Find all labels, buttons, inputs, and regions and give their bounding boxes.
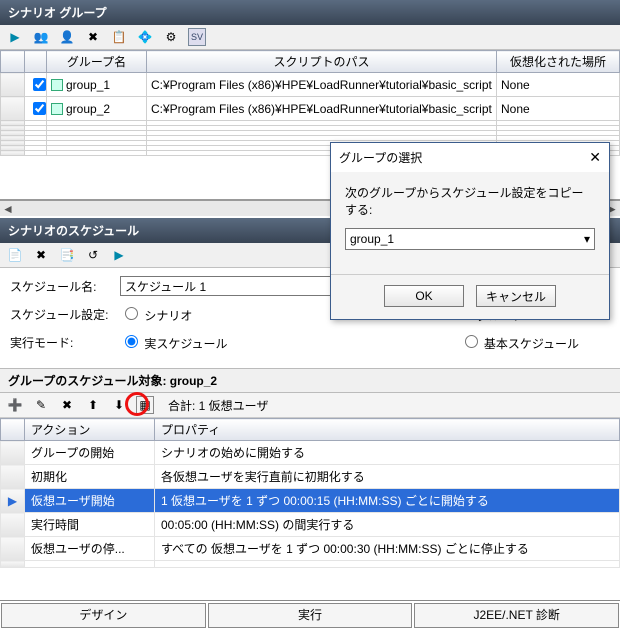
badge-icon[interactable]: 💠: [136, 28, 154, 46]
add-action-icon[interactable]: ➕: [6, 396, 24, 414]
action-toolbar: ➕ ✎ ✖ ⬆ ⬇ ▦ 合計: 1 仮想ユーザ: [0, 393, 620, 418]
delete-icon[interactable]: ✖: [84, 28, 102, 46]
radio-basic-schedule[interactable]: 基本スケジュール: [460, 332, 580, 352]
row-checkbox[interactable]: [33, 102, 46, 115]
delete-action-icon[interactable]: ✖: [58, 396, 76, 414]
scroll-left-icon[interactable]: ◄: [2, 202, 14, 216]
action-grid: アクション プロパティ グループの開始シナリオの始めに開始する 初期化各仮想ユー…: [0, 418, 620, 568]
scenario-group-toolbar: ▶ 👥 👤 ✖ 📋 💠 ⚙ SV: [0, 25, 620, 50]
schedule-setting-label: スケジュール設定:: [10, 306, 120, 323]
action-row[interactable]: 実行時間00:05:00 (HH:MM:SS) の間実行する: [1, 513, 620, 537]
col-path[interactable]: スクリプトのパス: [147, 51, 497, 73]
col-property[interactable]: プロパティ: [155, 419, 620, 441]
scenario-group-header: シナリオ グループ: [0, 0, 620, 25]
action-row[interactable]: 仮想ユーザの停...すべての 仮想ユーザを 1 ずつ 00:00:30 (HH:…: [1, 537, 620, 561]
exec-mode-label: 実行モード:: [10, 334, 120, 351]
sv-icon[interactable]: SV: [188, 28, 206, 46]
selected-group: group_1: [350, 232, 394, 246]
col-virt[interactable]: 仮想化された場所: [497, 51, 620, 73]
table-row[interactable]: group_1 C:¥Program Files (x86)¥HPE¥LoadR…: [1, 73, 620, 97]
delete-icon[interactable]: ✖: [32, 246, 50, 264]
action-row[interactable]: グループの開始シナリオの始めに開始する: [1, 441, 620, 465]
group-grid: グループ名 スクリプトのパス 仮想化された場所 group_1 C:¥Progr…: [0, 50, 620, 156]
radio-scenario[interactable]: シナリオ: [120, 304, 192, 324]
group-schedule-title: グループのスケジュール対象: group_2: [0, 368, 620, 393]
move-down-icon[interactable]: ⬇: [110, 396, 128, 414]
action-row[interactable]: 初期化各仮想ユーザを実行直前に初期化する: [1, 465, 620, 489]
edit-user-icon[interactable]: 👤: [58, 28, 76, 46]
users-icon[interactable]: 👥: [32, 28, 50, 46]
tab-diag[interactable]: J2EE/.NET 診断: [414, 603, 619, 628]
reset-icon[interactable]: ↺: [84, 246, 102, 264]
path-cell: C:¥Program Files (x86)¥HPE¥LoadRunner¥tu…: [147, 97, 497, 121]
tab-design[interactable]: デザイン: [1, 603, 206, 628]
dialog-message: 次のグループからスケジュール設定をコピーする:: [345, 184, 595, 218]
action-row-selected[interactable]: ▶仮想ユーザ開始1 仮想ユーザを 1 ずつ 00:00:15 (HH:MM:SS…: [1, 489, 620, 513]
path-cell: C:¥Program Files (x86)¥HPE¥LoadRunner¥tu…: [147, 73, 497, 97]
play-icon[interactable]: ▶: [6, 28, 24, 46]
tab-exec[interactable]: 実行: [208, 603, 413, 628]
chevron-down-icon: ▾: [584, 232, 590, 246]
table-row[interactable]: group_2 C:¥Program Files (x86)¥HPE¥LoadR…: [1, 97, 620, 121]
col-group[interactable]: グループ名: [47, 51, 147, 73]
dialog-title: グループの選択: [339, 149, 422, 166]
col-action[interactable]: アクション: [25, 419, 155, 441]
new-icon[interactable]: 📄: [6, 246, 24, 264]
virt-cell: None: [497, 73, 620, 97]
config-icon[interactable]: ⚙: [162, 28, 180, 46]
footer-tabs: デザイン 実行 J2EE/.NET 診断: [0, 600, 620, 630]
script-icon: [51, 79, 63, 91]
ok-button[interactable]: OK: [384, 285, 464, 307]
total-vusers-label: 合計: 1 仮想ユーザ: [168, 397, 268, 414]
run-icon[interactable]: ▶: [110, 246, 128, 264]
script-icon: [51, 103, 63, 115]
col-checkbox[interactable]: [25, 51, 47, 73]
radio-real-schedule[interactable]: 実スケジュール: [120, 332, 228, 352]
group-cell: group_1: [66, 78, 110, 92]
group-select-dialog: グループの選択 ✕ 次のグループからスケジュール設定をコピーする: group_…: [330, 142, 610, 320]
close-icon[interactable]: ✕: [589, 149, 601, 166]
grid-view-icon[interactable]: ▦: [136, 396, 154, 414]
virt-cell: None: [497, 97, 620, 121]
copy-icon[interactable]: 📑: [58, 246, 76, 264]
row-checkbox[interactable]: [33, 78, 46, 91]
group-select-dropdown[interactable]: group_1 ▾: [345, 228, 595, 250]
col-handle[interactable]: [1, 51, 25, 73]
move-up-icon[interactable]: ⬆: [84, 396, 102, 414]
schedule-name-label: スケジュール名:: [10, 278, 120, 295]
cancel-button[interactable]: キャンセル: [476, 285, 556, 307]
edit-action-icon[interactable]: ✎: [32, 396, 50, 414]
group-cell: group_2: [66, 102, 110, 116]
paste-icon[interactable]: 📋: [110, 28, 128, 46]
